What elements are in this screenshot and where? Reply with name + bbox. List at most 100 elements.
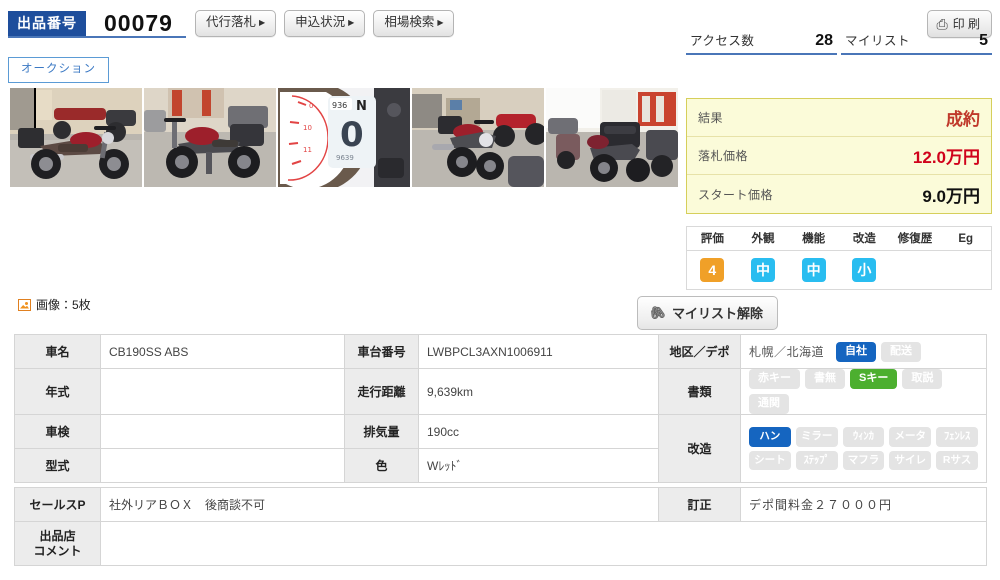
document-pill-s-key[interactable]: Sキー [850,369,898,389]
motorcycle-rear-with-top-box [546,88,678,187]
evaluation-exterior-cell: 中 [738,258,789,282]
lot-number-value: 00079 [104,9,173,36]
counter-group: アクセス数 28 マイリスト 5 [686,30,992,55]
tab-auction[interactable]: オークション [8,57,109,83]
proxy-bid-label: 代行落札 [205,15,256,29]
evaluation-header-row: 評価 外観 機能 改造 修復歴 Eg [687,227,991,251]
evaluation-header-rating: 評価 [700,233,724,245]
evaluation-modification-cell: 小 [839,258,890,282]
document-pill-customs[interactable]: 通関 [749,394,789,414]
region-pill-delivery[interactable]: 配送 [881,341,922,362]
evaluation-panel: 評価 外観 機能 改造 修復歴 Eg 4 中 中 小 [686,226,992,290]
result-status-label: 結果 [698,111,724,125]
shop-comment-label-line2: コメント [33,543,82,558]
evaluation-exterior-badge: 中 [751,258,775,282]
mileage-label: 走行距離 [344,368,419,415]
mod-pill-meter[interactable]: メータ [889,427,932,447]
mod-pill-seat[interactable]: シート [749,450,791,470]
region-text: 札幌／北海道 [749,345,825,359]
result-status-value: 成約 [946,110,980,129]
model-year-label: 年式 [14,368,101,415]
mod-pill-silencer[interactable]: サイレ [889,450,932,470]
start-price-row: スタート価格 9.0万円 [687,175,991,213]
result-panel: 結果 成約 落札価格 12.0万円 スタート価格 9.0万円 [686,98,992,214]
thumbnail-2[interactable] [144,88,276,187]
color-label: 色 [344,448,419,483]
thumbnail-5[interactable] [546,88,678,187]
motorcycle-front-three-quarter [412,88,544,187]
spec-table: 車名 CB190SS ABS 車台番号 LWBPCL3AXN1006911 地区… [14,334,987,483]
evaluation-value-row: 4 中 中 小 [687,251,991,289]
region-depot-value: 札幌／北海道 自社 配送 [740,334,987,369]
sales-point-label: セールスP [14,487,101,522]
header-bar: 出品番号 00079 代行落札 ▶ 申込状況 ▶ 相場検索 ▶ [8,9,455,37]
mylist-remove-button[interactable]: 🖇 マイリスト解除 [637,296,778,330]
market-search-label: 相場検索 [384,15,435,29]
mylist-count-value: 5 [979,32,988,49]
mod-pill-rear-suspension[interactable]: Rサス [936,450,978,470]
vehicle-name-label: 車名 [14,334,101,369]
document-pill-red-key[interactable]: 赤キー [749,369,800,389]
instrument-cluster-odometer: 0 10 11 936 N 0 9639 [278,88,410,187]
displacement-value: 190cc [418,414,659,449]
svg-text:N: N [356,99,367,114]
table-row: 車検 排気量 190cc 改造 ハン ミラー ｳｨﾝｶ メータ ﾌｪﾝﾚｽ シー… [14,414,987,483]
mylist-count: マイリスト 5 [841,30,992,55]
inspection-label: 車検 [14,414,101,449]
model-year-value [100,368,345,415]
svg-text:936: 936 [332,101,347,110]
notes-table: セールスP 社外リアＢＯＸ 後商談不可 訂正 デポ間料金２７０００円 出品店 コ… [14,487,987,566]
modification-row-2: シート ｽﾃｯﾌﾟ マフラ サイレ Rサス [749,450,978,470]
svg-text:0: 0 [309,102,313,110]
mod-pill-step[interactable]: ｽﾃｯﾌﾟ [795,450,838,470]
thumbnail-3[interactable]: 0 10 11 936 N 0 9639 [278,88,410,187]
modifications-label: 改造 [658,414,741,483]
document-pill-no-docs[interactable]: 書無 [805,369,845,389]
proxy-bid-button[interactable]: 代行落札 ▶ [194,10,277,37]
region-depot-label: 地区／デポ [658,334,741,369]
chevron-right-icon: ▶ [348,18,355,27]
motorcycle-rear-three-quarter [144,88,276,187]
vehicle-name-value: CB190SS ABS [100,334,345,369]
paperclip-icon: 🖇 [647,302,668,322]
market-search-button[interactable]: 相場検索 ▶ [373,10,455,37]
evaluation-modification-badge: 小 [852,258,877,282]
mileage-value: 9,639km [418,368,659,415]
table-row: 出品店 コメント [14,521,987,566]
table-row: 年式 走行距離 9,639km 書類 赤キー 書無 Sキー 取説 通関 [14,368,987,415]
thumbnail-1[interactable] [10,88,142,187]
mod-pill-mirror[interactable]: ミラー [795,427,838,447]
table-row: セールスP 社外リアＢＯＸ 後商談不可 訂正 デポ間料金２７０００円 [14,487,987,522]
access-count: アクセス数 28 [686,30,837,55]
chevron-right-icon: ▶ [437,18,444,27]
modifications-value: ハン ミラー ｳｨﾝｶ メータ ﾌｪﾝﾚｽ シート ｽﾃｯﾌﾟ マフラ サイレ … [740,414,987,483]
document-pill-manual[interactable]: 取説 [902,369,943,389]
image-count-label: 画像：5枚 [36,298,91,312]
application-status-label: 申込状況 [295,15,346,29]
inspection-value [100,414,345,449]
documents-value: 赤キー 書無 Sキー 取説 通関 [740,368,987,415]
documents-label: 書類 [658,368,741,415]
access-count-value: 28 [815,32,833,49]
application-status-button[interactable]: 申込状況 ▶ [284,10,366,37]
image-icon [18,298,31,311]
mod-pill-fenderless[interactable]: ﾌｪﾝﾚｽ [936,427,978,447]
evaluation-header-modification: 改造 [852,233,876,245]
evaluation-function-badge: 中 [801,258,826,282]
table-row: 車名 CB190SS ABS 車台番号 LWBPCL3AXN1006911 地区… [14,334,987,369]
region-pill-own[interactable]: 自社 [836,341,877,362]
sales-point-value: 社外リアＢＯＸ 後商談不可 [100,487,659,522]
mod-pill-winker[interactable]: ｳｨﾝｶ [842,427,885,447]
mod-pill-handle[interactable]: ハン [749,427,791,447]
evaluation-rating-badge: 4 [700,258,725,282]
displacement-label: 排気量 [344,414,419,449]
printer-icon: ⎙ [936,15,948,32]
correction-value: デポ間料金２７０００円 [740,487,987,522]
mod-pill-muffler[interactable]: マフラ [842,450,885,470]
thumbnail-4[interactable] [412,88,544,187]
evaluation-rating-cell: 4 [687,258,738,282]
svg-text:10: 10 [303,124,312,132]
svg-text:9639: 9639 [336,154,354,162]
lot-number-label: 出品番号 [8,10,86,37]
svg-text:0: 0 [340,115,364,155]
